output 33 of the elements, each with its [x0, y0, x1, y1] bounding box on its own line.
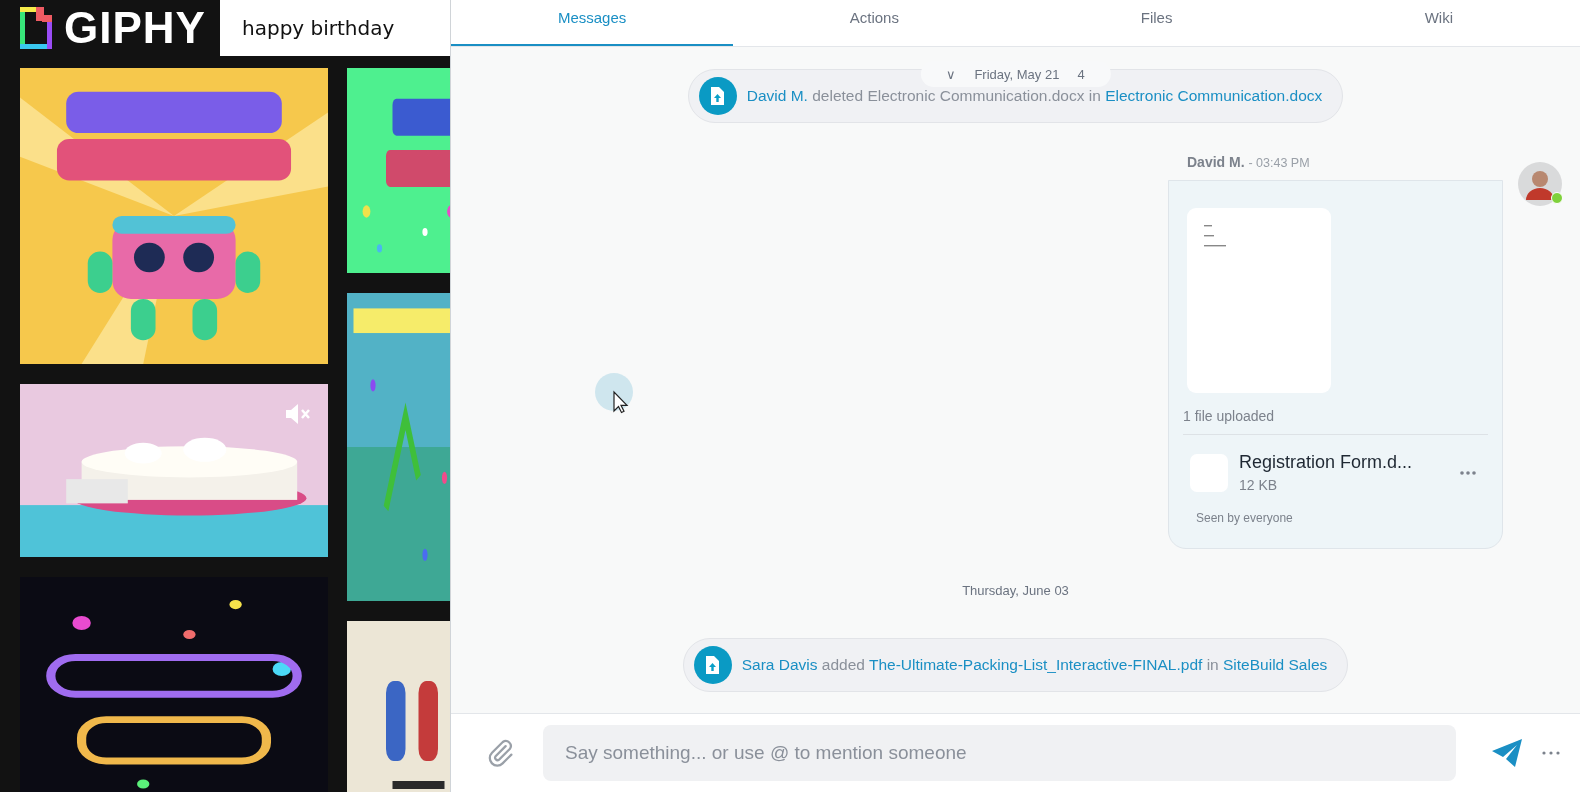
tab[interactable]: Messages: [451, 0, 734, 46]
file-name[interactable]: Registration Form.d...: [1239, 452, 1460, 473]
cursor-icon: [594, 372, 634, 414]
logo-wordmark[interactable]: GIPHY: [64, 3, 206, 53]
file-upload-icon: [693, 646, 732, 684]
text-lines-icon: [1204, 225, 1226, 247]
link[interactable]: SiteBuild Sales: [1223, 656, 1328, 673]
link[interactable]: Sara Davis: [741, 656, 818, 673]
more-icon[interactable]: [1542, 751, 1560, 755]
date-label: Friday, May 21: [974, 66, 1060, 82]
file-size: 12 KB: [1239, 477, 1279, 493]
avatar[interactable]: [1518, 162, 1562, 206]
seen-status: Seen by everyone: [1196, 511, 1294, 525]
link[interactable]: The-Ultimate-Packing-List_Interactive-FINAL.pdf: [868, 656, 1203, 673]
tab[interactable]: Wiki: [1297, 0, 1580, 46]
chevron-icon[interactable]: ∨: [946, 66, 957, 82]
tab[interactable]: Files: [1015, 0, 1298, 46]
message-input[interactable]: Say something... or use @ to mention someone: [543, 725, 1456, 781]
more-icon[interactable]: [1460, 470, 1476, 475]
count-text: 4: [1077, 66, 1085, 82]
giphy-logo-icon: [20, 7, 52, 49]
upload-summary: 1 file uploaded: [1183, 408, 1276, 424]
sender-name: David M.: [1187, 154, 1245, 170]
link[interactable]: David M.: [746, 87, 808, 104]
tab[interactable]: Actions: [733, 0, 1016, 46]
activity-text: David M. deleted Electronic Communication.docx in Electronic Communication.docx: [746, 87, 1323, 105]
send-icon[interactable]: [1492, 739, 1522, 767]
file-upload-icon: [698, 77, 737, 115]
activity-text: Sara Davis added The-Ultimate-Packing-List_Interactive-FINAL.pdf in SiteBuild Sales: [741, 656, 1328, 674]
search-field[interactable]: happy birthday: [220, 0, 450, 56]
date-label: Thursday, June 03: [962, 583, 1069, 598]
link[interactable]: Electronic Communication.docx: [1105, 87, 1323, 104]
message-time: - 03:43 PM: [1248, 156, 1310, 170]
